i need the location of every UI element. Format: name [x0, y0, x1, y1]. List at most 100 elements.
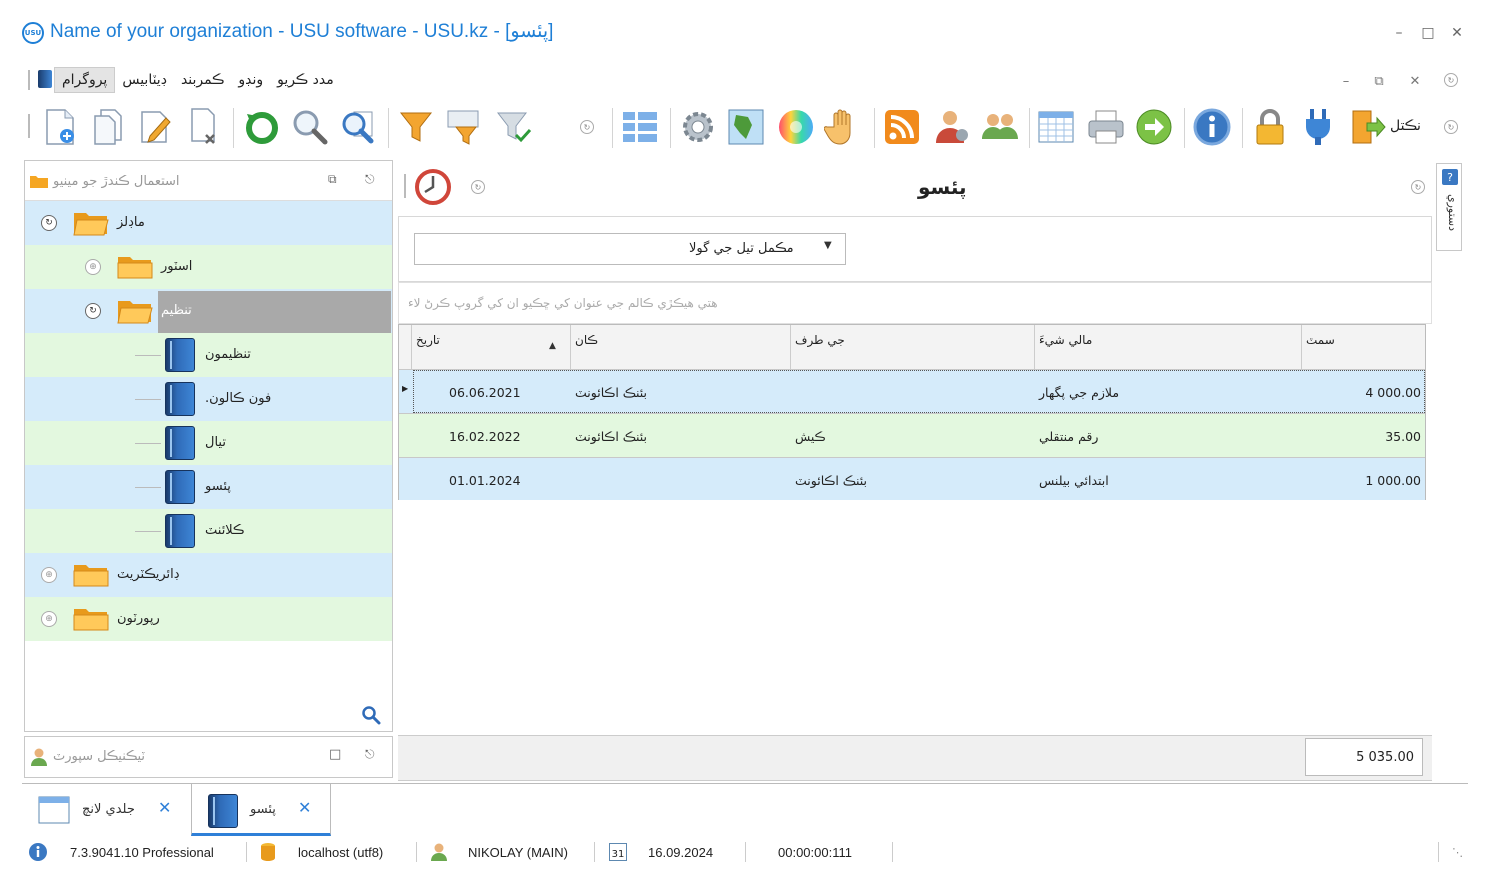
map-button[interactable]	[724, 104, 768, 150]
rss-button[interactable]	[880, 104, 924, 150]
menu-bar: پروگرام ڊيٽابيس ڪمربند ونڊو مدد ڪريو	[54, 66, 341, 94]
collapse-icon[interactable]: ↻	[41, 215, 57, 231]
copy-record-button[interactable]	[86, 104, 130, 150]
tree-item-modules[interactable]: ↻ ماڊلز	[25, 201, 392, 245]
edit-pencil-icon	[141, 111, 171, 143]
tree-item-clients[interactable]: ڪلائنٽ	[25, 509, 392, 553]
menu-collapse-icon[interactable]: ↻	[1444, 73, 1458, 87]
lock-button[interactable]	[1248, 104, 1292, 150]
folder-small-icon	[30, 176, 48, 188]
svg-text:?: ?	[1447, 171, 1453, 184]
collapse-icon[interactable]: ↻	[85, 303, 101, 319]
plug-icon	[1306, 109, 1330, 145]
support-maximize-button[interactable]: □	[329, 747, 341, 762]
info-button[interactable]	[1190, 104, 1234, 150]
edit-record-button[interactable]	[134, 104, 178, 150]
next-button[interactable]	[1132, 104, 1176, 150]
table-row[interactable]: ▶ 06.06.2021 بئنڪ اڪائونٽ ملازم جي پگھار…	[399, 369, 1425, 413]
table-row[interactable]: 16.02.2022 بئنڪ اڪائونٽ ڪيش رقم منتقلي 3…	[399, 413, 1425, 457]
exit-button[interactable]	[1344, 104, 1390, 150]
advanced-search-button[interactable]	[336, 104, 380, 150]
tab-money[interactable]: پئسو ✕	[191, 784, 331, 836]
maximize-button[interactable]: □	[1417, 22, 1439, 44]
tree-item-organization[interactable]: ↻ تنظيم	[25, 289, 392, 333]
close-window-button[interactable]: ✕	[1446, 22, 1468, 44]
tree-label: .فون ڪالون	[205, 391, 272, 406]
grid-view-button[interactable]	[618, 104, 662, 150]
clear-filter-button[interactable]	[492, 104, 536, 150]
menu-help[interactable]: مدد ڪريو	[270, 68, 341, 92]
print-button[interactable]	[1084, 104, 1128, 150]
support-pin-button[interactable]: ⎋	[365, 747, 375, 762]
manual-side-tab[interactable]: ? دستوري	[1436, 163, 1462, 251]
add-record-button[interactable]	[38, 104, 82, 150]
column-header-from[interactable]: ڪان	[571, 325, 791, 369]
content-collapse-right-icon[interactable]: ↻	[1411, 180, 1425, 194]
menu-belt[interactable]: ڪمربند	[174, 68, 231, 92]
tree-item-directories[interactable]: ⊕ ڊائريڪٽريٽ	[25, 553, 392, 597]
column-header-item[interactable]: مالي شيءَ	[1035, 325, 1302, 369]
mdi-minimize-button[interactable]: –	[1335, 70, 1357, 92]
menu-window[interactable]: ونڊو	[231, 68, 270, 92]
hand-button[interactable]	[822, 104, 866, 150]
tab-label: پئسو	[250, 802, 276, 817]
minimize-button[interactable]: –	[1388, 22, 1410, 44]
status-database: localhost (utf8)	[298, 845, 384, 860]
users-button[interactable]	[978, 104, 1022, 150]
nav-search-icon[interactable]	[361, 705, 381, 725]
content-collapse-icon[interactable]: ↻	[471, 180, 485, 194]
refresh-button[interactable]	[240, 104, 284, 150]
status-timer: 00:00:00:111	[778, 845, 852, 860]
tree-item-organizations[interactable]: تنظيمون	[25, 333, 392, 377]
toolbar-collapse-icon[interactable]: ↻	[580, 120, 594, 134]
connect-button[interactable]	[1296, 104, 1340, 150]
table-row[interactable]: 01.01.2024 بئنڪ اڪائونٽ ابتدائي بيلنس 1 …	[399, 457, 1425, 501]
tab-close-icon[interactable]: ✕	[158, 798, 171, 817]
delete-record-button[interactable]	[182, 104, 226, 150]
mdi-restore-button[interactable]: ⧉	[1368, 70, 1390, 92]
toolbar-separator	[388, 108, 389, 148]
filter-button[interactable]	[394, 104, 438, 150]
cell-item: ابتدائي بيلنس	[1039, 473, 1109, 488]
tree-item-reports[interactable]: ⊕ رپورٽون	[25, 597, 392, 641]
exit-label[interactable]: نڪتل	[1390, 118, 1421, 134]
window-title: Name of your organization - USU software…	[50, 21, 554, 42]
clock-icon[interactable]	[414, 168, 452, 206]
tab-close-icon[interactable]: ✕	[298, 798, 311, 817]
expand-icon[interactable]: ⊕	[85, 259, 101, 275]
tree-item-money[interactable]: پئسو	[25, 465, 392, 509]
filter-columns-button[interactable]	[442, 104, 486, 150]
nav-float-button[interactable]: ⧉	[328, 172, 337, 187]
window-icon	[38, 796, 70, 824]
manual-label: دستوري	[1446, 194, 1459, 232]
tab-quick-launch[interactable]: جلدي لانچ ✕	[24, 784, 190, 836]
mdi-close-button[interactable]: ✕	[1404, 70, 1426, 92]
search-button[interactable]	[288, 104, 332, 150]
tree-item-store[interactable]: ⊕ اسٽور	[25, 245, 392, 289]
table-button[interactable]	[1034, 104, 1078, 150]
tree-line	[135, 531, 161, 532]
tree-item-balance[interactable]: تيال	[25, 421, 392, 465]
tree-label: ڊائريڪٽريٽ	[117, 567, 180, 582]
menu-database[interactable]: ڊيٽابيس	[115, 68, 174, 92]
column-header-date[interactable]: تاريخ ▲	[412, 325, 571, 369]
column-header-sum[interactable]: سمٽ	[1302, 325, 1425, 369]
user-settings-button[interactable]	[930, 104, 974, 150]
period-dropdown[interactable]: مڪمل تيل جي گولا ▼	[414, 233, 846, 265]
tree-line	[135, 399, 161, 400]
color-button[interactable]	[774, 104, 818, 150]
nav-pin-button[interactable]: ⎋	[365, 172, 375, 187]
expand-icon[interactable]: ⊕	[41, 567, 57, 583]
content-grip	[404, 174, 406, 198]
column-header-to[interactable]: جي طرف	[791, 325, 1035, 369]
folder-icon	[73, 609, 109, 631]
tree-label: تيال	[205, 435, 226, 450]
chevron-down-icon: ▼	[824, 240, 832, 251]
resize-grip-icon[interactable]: ⋱	[1452, 846, 1463, 859]
toolbar-collapse-right-icon[interactable]: ↻	[1444, 120, 1458, 134]
tree-line	[135, 487, 161, 488]
expand-icon[interactable]: ⊕	[41, 611, 57, 627]
tree-item-phone-calls[interactable]: .فون ڪالون	[25, 377, 392, 421]
menu-program[interactable]: پروگرام	[54, 67, 116, 93]
settings-button[interactable]	[676, 104, 720, 150]
